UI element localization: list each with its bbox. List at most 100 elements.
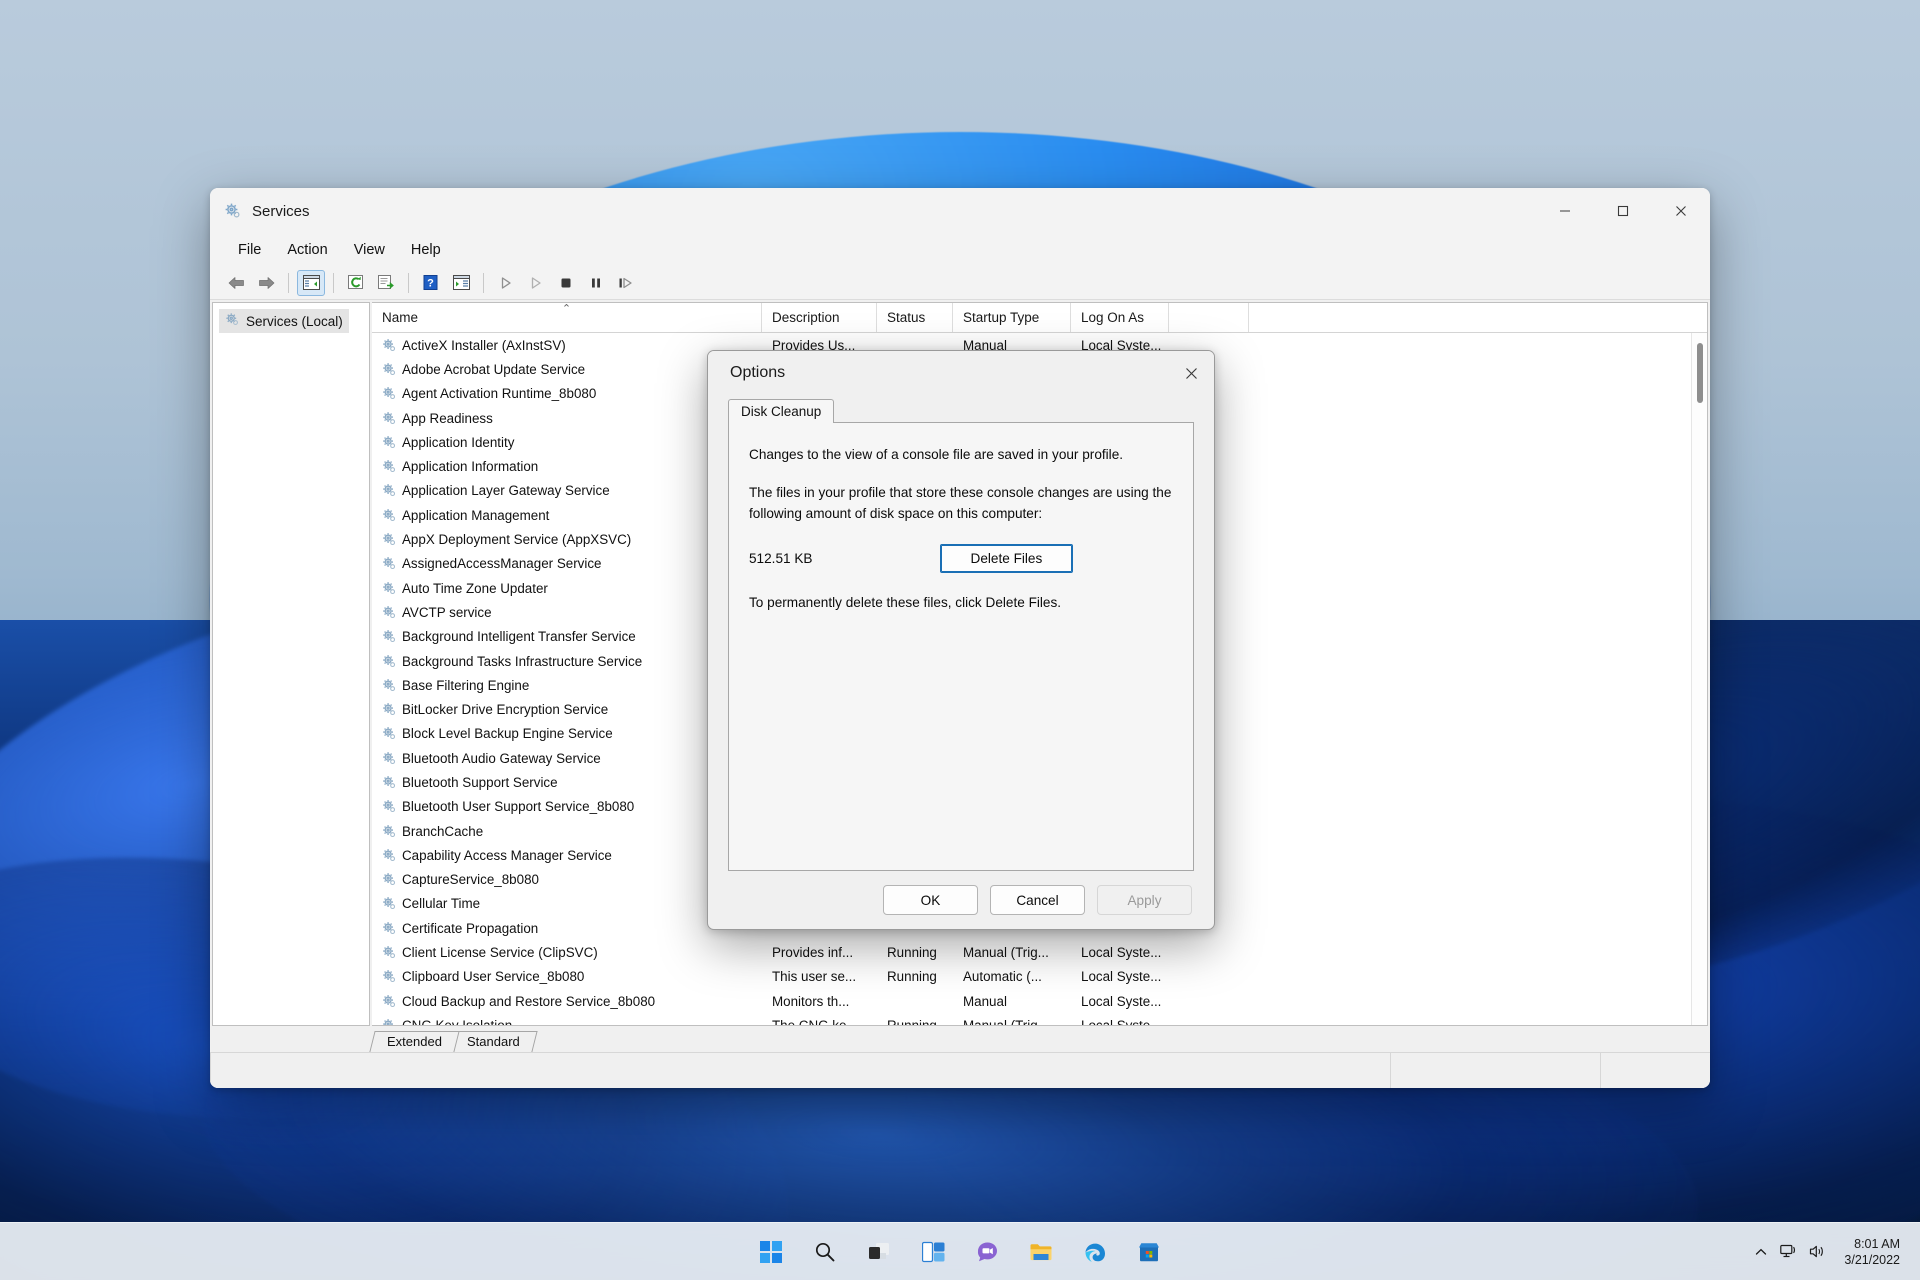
table-row[interactable]: CNG Key Isolation The CNG ke...RunningMan…	[372, 1013, 1707, 1025]
services-gear-icon	[382, 994, 397, 1009]
column-header-label: Status	[887, 310, 926, 325]
tab-disk-cleanup[interactable]: Disk Cleanup	[728, 399, 835, 423]
console-tree-pane[interactable]: Services (Local)	[212, 302, 370, 1026]
dialog-paragraph-2: The files in your profile that store the…	[749, 485, 1172, 521]
cell-service-name: BitLocker Drive Encryption Service	[372, 702, 762, 717]
column-header-label: Startup Type	[963, 310, 1040, 325]
refresh-icon[interactable]	[342, 270, 370, 296]
clock[interactable]: 8:01 AM 3/21/2022	[1838, 1234, 1906, 1270]
properties-icon[interactable]	[447, 270, 475, 296]
sort-ascending-icon: ⌃	[561, 303, 572, 315]
services-gear-icon	[382, 483, 397, 498]
file-explorer-icon[interactable]	[1020, 1231, 1062, 1273]
close-button[interactable]	[1652, 188, 1710, 234]
dialog-tabstrip[interactable]: Disk Cleanup	[708, 397, 1214, 423]
table-row[interactable]: Clipboard User Service_8b080 This user se…	[372, 965, 1707, 989]
toolbar[interactable]: ?	[210, 266, 1710, 300]
window-controls[interactable]	[1536, 188, 1710, 234]
column-header-description[interactable]: Description	[762, 303, 877, 332]
scrollbar-thumb[interactable]	[1697, 343, 1703, 403]
back-arrow-icon[interactable]	[222, 270, 250, 296]
restart-service-icon[interactable]	[612, 270, 640, 296]
menu-bar[interactable]: File Action View Help	[210, 234, 1710, 266]
delete-files-button[interactable]: Delete Files	[939, 544, 1074, 574]
options-dialog[interactable]: Options Disk Cleanup Changes to the view…	[707, 350, 1215, 930]
resume-service-icon[interactable]	[522, 270, 550, 296]
dialog-titlebar[interactable]: Options	[708, 351, 1214, 395]
cell-service-name: AppX Deployment Service (AppXSVC)	[372, 532, 762, 547]
taskbar-icons[interactable]	[750, 1231, 1170, 1273]
cell-service-name: App Readiness	[372, 411, 762, 426]
dialog-close-icon[interactable]	[1168, 351, 1214, 395]
vertical-scrollbar[interactable]	[1691, 333, 1707, 1025]
network-icon[interactable]	[1780, 1244, 1797, 1259]
service-name-label: AppX Deployment Service (AppXSVC)	[402, 532, 632, 548]
edge-icon[interactable]	[1074, 1231, 1116, 1273]
service-name-label: BitLocker Drive Encryption Service	[402, 702, 609, 718]
cell-startup-type: Automatic (...	[963, 969, 1042, 985]
services-gear-icon	[382, 726, 397, 741]
menu-view[interactable]: View	[342, 238, 397, 262]
service-name-label: CaptureService_8b080	[402, 872, 539, 888]
column-header-status[interactable]: Status	[877, 303, 953, 332]
cell-log-on-as: Local Syste...	[1081, 945, 1162, 961]
clock-date: 3/21/2022	[1844, 1252, 1900, 1267]
maximize-button[interactable]	[1594, 188, 1652, 234]
cell-service-name: CNG Key Isolation	[372, 1018, 762, 1025]
taskbar[interactable]: 8:01 AM 3/21/2022	[0, 1222, 1920, 1280]
services-gear-icon	[382, 702, 397, 717]
window-titlebar[interactable]: Services	[210, 188, 1710, 234]
table-row[interactable]: Client License Service (ClipSVC) Provides…	[372, 940, 1707, 964]
service-name-label: AssignedAccessManager Service	[402, 556, 602, 572]
tab-extended[interactable]: Extended	[369, 1031, 460, 1052]
services-gear-icon	[382, 678, 397, 693]
ok-button[interactable]: OK	[883, 885, 978, 915]
service-name-label: Background Tasks Infrastructure Service	[402, 653, 643, 669]
services-gear-icon	[382, 824, 397, 839]
sidebar-item-services-local[interactable]: Services (Local)	[219, 309, 349, 333]
service-name-label: Bluetooth User Support Service_8b080	[402, 799, 635, 815]
service-name-label: Adobe Acrobat Update Service	[402, 361, 586, 377]
column-header-name[interactable]: Name ⌃	[372, 303, 762, 332]
show-hide-console-tree-icon[interactable]	[297, 269, 325, 296]
cell-service-name: Auto Time Zone Updater	[372, 581, 762, 596]
column-header-log-on-as[interactable]: Log On As	[1071, 303, 1169, 332]
pause-service-icon[interactable]	[582, 270, 610, 296]
service-name-label: Clipboard User Service_8b080	[402, 969, 585, 985]
column-header-blank[interactable]	[1169, 303, 1249, 332]
menu-file[interactable]: File	[226, 238, 273, 262]
services-gear-icon	[382, 435, 397, 450]
stop-service-icon[interactable]	[552, 270, 580, 296]
service-name-label: Application Information	[402, 459, 539, 475]
dialog-panel: Changes to the view of a console file ar…	[728, 422, 1194, 871]
chevron-up-icon[interactable]	[1754, 1245, 1768, 1259]
widgets-icon[interactable]	[912, 1231, 954, 1273]
cell-service-name: CaptureService_8b080	[372, 872, 762, 887]
search-icon[interactable]	[804, 1231, 846, 1273]
view-tabstrip[interactable]: Extended Standard	[210, 1026, 1710, 1052]
menu-help[interactable]: Help	[399, 238, 453, 262]
column-header-startup-type[interactable]: Startup Type	[953, 303, 1071, 332]
start-button[interactable]	[750, 1231, 792, 1273]
cancel-button[interactable]: Cancel	[990, 885, 1085, 915]
task-view-icon[interactable]	[858, 1231, 900, 1273]
table-row[interactable]: Cloud Backup and Restore Service_8b080 Mo…	[372, 989, 1707, 1013]
chat-icon[interactable]	[966, 1231, 1008, 1273]
start-service-icon[interactable]	[492, 270, 520, 296]
services-gear-icon	[382, 629, 397, 644]
menu-action[interactable]: Action	[275, 238, 339, 262]
help-icon[interactable]: ?	[417, 270, 445, 296]
cell-service-name: Base Filtering Engine	[372, 678, 762, 693]
microsoft-store-icon[interactable]	[1128, 1231, 1170, 1273]
volume-icon[interactable]	[1809, 1244, 1826, 1259]
export-list-icon[interactable]	[372, 270, 400, 296]
forward-arrow-icon[interactable]	[252, 270, 280, 296]
disk-size-value: 512.51 KB	[749, 551, 813, 567]
cell-service-name: Bluetooth User Support Service_8b080	[372, 799, 762, 814]
tab-standard[interactable]: Standard	[449, 1031, 538, 1052]
services-gear-icon	[224, 202, 242, 220]
apply-button: Apply	[1097, 885, 1192, 915]
list-header[interactable]: Name ⌃ Description Status Startup Type Log On…	[372, 303, 1707, 333]
system-tray[interactable]: 8:01 AM 3/21/2022	[1754, 1234, 1906, 1270]
minimize-button[interactable]	[1536, 188, 1594, 234]
